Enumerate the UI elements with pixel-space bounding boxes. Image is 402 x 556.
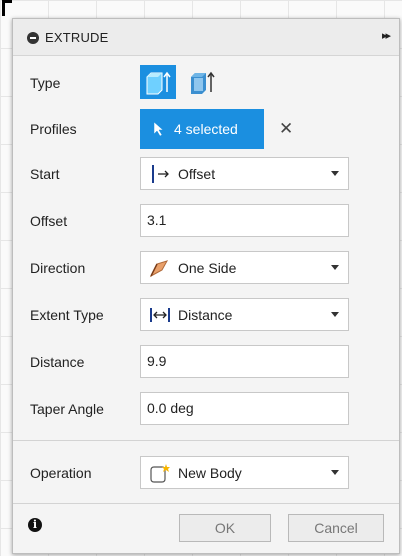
- extent-type-row: Extent Type Distance: [13, 295, 399, 335]
- collapse-icon[interactable]: [27, 32, 39, 44]
- chevron-down-icon: [331, 265, 339, 270]
- start-label: Start: [30, 166, 60, 182]
- offset-label: Offset: [30, 213, 68, 229]
- type-label: Type: [30, 75, 61, 91]
- offset-row: Offset 3.1: [13, 201, 399, 241]
- direction-value: One Side: [178, 260, 237, 276]
- distance-input[interactable]: 9.9: [140, 345, 349, 378]
- start-row: Start Offset: [13, 154, 399, 194]
- profiles-count: 4 selected: [174, 121, 238, 137]
- profiles-label: Profiles: [30, 121, 77, 137]
- direction-label: Direction: [30, 260, 86, 276]
- start-value: Offset: [178, 166, 216, 182]
- dialog-header: EXTRUDE ▸▸: [13, 19, 399, 56]
- extrude-dialog: EXTRUDE ▸▸ Type Profiles 4 selected ✕ St…: [12, 18, 400, 554]
- distance-extent-icon: [150, 308, 170, 322]
- canvas-corner-marker: [2, 0, 12, 16]
- cursor-arrow-icon: [153, 121, 164, 137]
- extent-type-label: Extent Type: [30, 307, 104, 323]
- direction-row: Direction One Side: [13, 248, 399, 288]
- profiles-selection-button[interactable]: 4 selected: [140, 109, 264, 149]
- taper-angle-row: Taper Angle 0.0 deg: [13, 389, 399, 429]
- offset-start-icon: [152, 165, 169, 183]
- info-icon[interactable]: i: [28, 518, 42, 532]
- taper-angle-label: Taper Angle: [30, 401, 104, 417]
- new-body-icon: [150, 464, 170, 483]
- type-one-sided-button[interactable]: [140, 65, 176, 99]
- extent-type-value: Distance: [178, 307, 233, 323]
- operation-row: Operation New Body: [13, 453, 399, 493]
- type-row: Type: [13, 63, 399, 103]
- ok-button[interactable]: OK: [179, 514, 271, 542]
- distance-row: Distance 9.9: [13, 342, 399, 382]
- cancel-button[interactable]: Cancel: [288, 514, 384, 542]
- type-thin-button[interactable]: [183, 65, 219, 99]
- taper-angle-input[interactable]: 0.0 deg: [140, 392, 349, 425]
- one-side-direction-icon: [149, 260, 169, 278]
- extent-type-dropdown[interactable]: Distance: [140, 298, 349, 331]
- profiles-row: Profiles 4 selected ✕: [13, 109, 399, 149]
- chevron-down-icon: [331, 171, 339, 176]
- distance-label: Distance: [30, 354, 85, 370]
- clear-selection-icon[interactable]: ✕: [279, 119, 293, 139]
- start-dropdown[interactable]: Offset: [140, 157, 349, 190]
- section-divider: [13, 440, 399, 441]
- operation-dropdown[interactable]: New Body: [140, 456, 349, 489]
- operation-value: New Body: [178, 465, 242, 481]
- extrude-thin-icon: [191, 71, 215, 94]
- footer-divider: [13, 503, 399, 504]
- chevron-down-icon: [331, 470, 339, 475]
- direction-dropdown[interactable]: One Side: [140, 251, 349, 284]
- extrude-solid-icon: [146, 71, 171, 95]
- operation-label: Operation: [30, 465, 92, 481]
- expand-icon[interactable]: ▸▸: [382, 29, 391, 42]
- offset-input[interactable]: 3.1: [140, 204, 349, 237]
- chevron-down-icon: [331, 312, 339, 317]
- dialog-title: EXTRUDE: [45, 30, 109, 45]
